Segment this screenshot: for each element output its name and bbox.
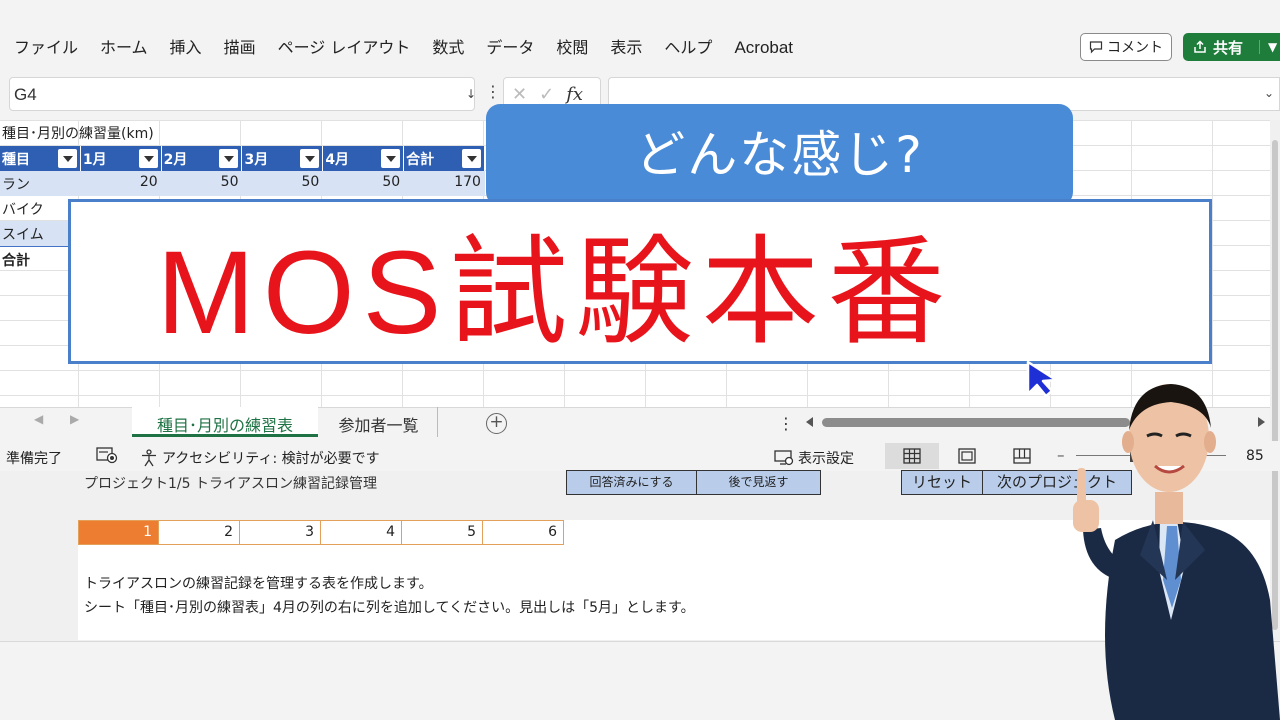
sheet-tab-participants[interactable]: 参加者一覧 bbox=[320, 407, 438, 437]
table-cell[interactable]: 170 bbox=[404, 171, 485, 196]
name-box-dropdown-icon[interactable]: ↓ bbox=[466, 87, 476, 101]
filter-dropdown-icon[interactable] bbox=[57, 149, 77, 168]
tab-insert[interactable]: 挿入 bbox=[170, 38, 202, 58]
page-break-view-button[interactable] bbox=[995, 443, 1049, 469]
page-layout-view-button[interactable] bbox=[940, 443, 994, 469]
header-cell[interactable]: 1月 bbox=[81, 146, 162, 171]
display-settings-icon bbox=[774, 450, 794, 466]
tab-draw[interactable]: 描画 bbox=[224, 38, 256, 58]
display-settings-button[interactable]: 表示設定 bbox=[774, 448, 854, 468]
accessibility-status[interactable]: アクセシビリティ: 検討が必要です bbox=[140, 448, 380, 468]
header-cell[interactable]: 3月 bbox=[242, 146, 324, 171]
share-dropdown-icon[interactable]: ▼ bbox=[1259, 40, 1277, 54]
prev-sheet-icon[interactable]: ◀ bbox=[34, 412, 43, 426]
ribbon-tabs: ファイル ホーム 挿入 描画 ページ レイアウト 数式 データ 校閲 表示 ヘル… bbox=[14, 38, 815, 58]
reset-button[interactable]: リセット bbox=[901, 470, 983, 495]
tab-acrobat[interactable]: Acrobat bbox=[734, 38, 793, 58]
speech-bubble: どんな感じ? bbox=[486, 104, 1073, 206]
header-label: 3月 bbox=[244, 152, 269, 168]
accessibility-icon bbox=[142, 449, 156, 467]
status-ready: 準備完了 bbox=[6, 451, 62, 467]
table-header-row: 種目 1月 2月 3月 4月 合計 bbox=[0, 146, 485, 171]
tab-home[interactable]: ホーム bbox=[100, 38, 148, 58]
header-label: 2月 bbox=[163, 152, 188, 168]
header-label: 4月 bbox=[325, 152, 350, 168]
comment-icon bbox=[1089, 41, 1103, 54]
insert-function-button[interactable]: fx bbox=[566, 84, 583, 105]
tab-review[interactable]: 校閲 bbox=[556, 38, 588, 58]
comment-label: コメント bbox=[1107, 40, 1163, 56]
tab-help[interactable]: ヘルプ bbox=[664, 38, 712, 58]
table-cell[interactable]: ラン bbox=[0, 171, 81, 196]
enter-icon[interactable]: ✓ bbox=[539, 84, 554, 105]
next-sheet-icon[interactable]: ▶ bbox=[70, 412, 79, 426]
name-box[interactable]: G4 bbox=[9, 77, 475, 111]
formula-bar-more-icon[interactable]: ⋮ bbox=[485, 84, 501, 100]
share-button[interactable]: 共有 ▼ bbox=[1183, 33, 1280, 61]
tab-data[interactable]: データ bbox=[486, 38, 534, 58]
expand-formula-bar-icon[interactable]: ⌄ bbox=[1264, 86, 1274, 100]
tab-view[interactable]: 表示 bbox=[610, 38, 642, 58]
table-cell[interactable]: 20 bbox=[81, 171, 162, 196]
task-description-line: シート「種目･月別の練習表」4月の列の右に列を追加してください。見出しは「5月」… bbox=[84, 600, 695, 616]
header-cell[interactable]: 合計 bbox=[404, 146, 485, 171]
task-tab-4[interactable]: 4 bbox=[321, 520, 402, 545]
header-label: 1月 bbox=[82, 152, 107, 168]
header-cell[interactable]: 2月 bbox=[162, 146, 243, 171]
share-icon bbox=[1194, 40, 1206, 53]
normal-view-button[interactable] bbox=[885, 443, 939, 469]
project-title: プロジェクト1/5 トライアスロン練習記録管理 bbox=[84, 476, 377, 492]
header-cell[interactable]: 4月 bbox=[323, 146, 405, 171]
cancel-icon[interactable]: ✕ bbox=[512, 84, 527, 105]
filter-dropdown-icon[interactable] bbox=[381, 149, 401, 168]
accessibility-label: アクセシビリティ: 検討が必要です bbox=[162, 451, 380, 467]
tab-page-layout[interactable]: ページ レイアウト bbox=[278, 38, 411, 58]
comment-button[interactable]: コメント bbox=[1080, 33, 1172, 61]
title-banner: MOS試験本番 bbox=[68, 199, 1212, 364]
display-settings-label: 表示設定 bbox=[798, 451, 854, 467]
more-options-icon[interactable]: ⋮ bbox=[778, 414, 794, 433]
title-text: MOS試験本番 bbox=[156, 227, 954, 359]
filter-dropdown-icon[interactable] bbox=[219, 149, 239, 168]
table-row: ラン 20 50 50 50 170 bbox=[0, 171, 485, 196]
header-label: 合計 bbox=[406, 152, 435, 168]
table-cell[interactable]: 50 bbox=[162, 171, 243, 196]
page-layout-icon bbox=[958, 448, 976, 464]
filter-dropdown-icon[interactable] bbox=[300, 149, 320, 168]
tab-file[interactable]: ファイル bbox=[14, 38, 78, 58]
task-tab-1[interactable]: 1 bbox=[78, 520, 159, 545]
task-number-tabs: 1 2 3 4 5 6 bbox=[78, 520, 564, 545]
task-tab-3[interactable]: 3 bbox=[240, 520, 321, 545]
filter-dropdown-icon[interactable] bbox=[461, 149, 481, 168]
mark-answered-button[interactable]: 回答済みにする bbox=[566, 470, 697, 495]
task-description: トライアスロンの練習記録を管理する表を作成します。 シート「種目･月別の練習表」… bbox=[84, 572, 695, 620]
page-break-icon bbox=[1013, 448, 1031, 464]
add-sheet-icon[interactable]: + bbox=[486, 413, 507, 434]
task-tab-6[interactable]: 6 bbox=[483, 520, 564, 545]
scroll-left-icon[interactable] bbox=[806, 417, 813, 427]
task-tab-5[interactable]: 5 bbox=[402, 520, 483, 545]
review-later-button[interactable]: 後で見返す bbox=[696, 470, 821, 495]
sheet-tab-practice[interactable]: 種目･月別の練習表 bbox=[132, 407, 318, 437]
grid-view-icon bbox=[903, 448, 921, 464]
task-description-line: トライアスロンの練習記録を管理する表を作成します。 bbox=[84, 576, 433, 592]
share-label: 共有 bbox=[1213, 38, 1244, 57]
table-cell[interactable]: 50 bbox=[242, 171, 323, 196]
tab-formulas[interactable]: 数式 bbox=[432, 38, 464, 58]
table-title[interactable]: 種目･月別の練習量(km) bbox=[2, 123, 154, 143]
table-cell[interactable]: 50 bbox=[323, 171, 404, 196]
filter-dropdown-icon[interactable] bbox=[138, 149, 158, 168]
task-tab-2[interactable]: 2 bbox=[159, 520, 240, 545]
macro-recording-icon[interactable] bbox=[96, 446, 118, 464]
header-cell[interactable]: 種目 bbox=[0, 146, 81, 171]
presenter-image bbox=[1073, 384, 1280, 720]
header-label: 種目 bbox=[2, 152, 30, 168]
